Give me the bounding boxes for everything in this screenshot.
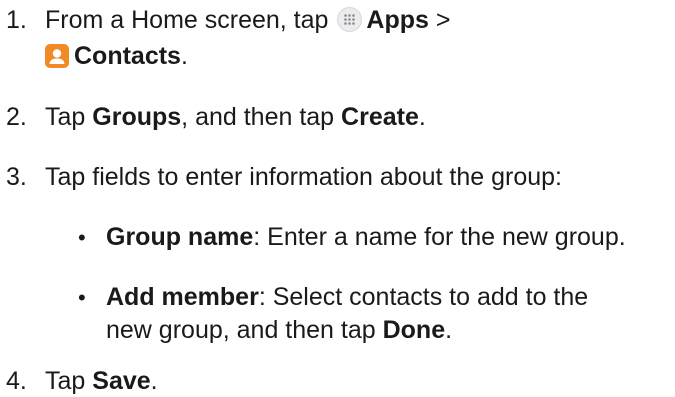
step-4: 4. Tap Save.	[6, 365, 675, 397]
step-1-continuation: Contacts.	[45, 40, 188, 72]
done-label: Done	[382, 316, 446, 344]
group-name-label: Group name	[106, 223, 254, 251]
step-2: 2. Tap Groups, and then tap Create.	[6, 101, 675, 133]
separator: >	[428, 6, 451, 34]
bullet-text: new group, and then tap	[106, 316, 383, 344]
step-text: Tap	[45, 367, 93, 395]
create-label: Create	[341, 103, 419, 131]
apps-grid-icon	[337, 7, 363, 32]
step-text: Tap	[45, 103, 93, 131]
contacts-label: Contacts	[74, 42, 181, 70]
step-1: 1. From a Home screen, tap Apps >	[6, 4, 675, 36]
add-member-label: Add member	[106, 283, 259, 311]
bullet-text: : Enter a name for the new group.	[253, 223, 626, 251]
step-text: , and then tap	[181, 103, 342, 131]
step-3: 3. Tap fields to enter information about …	[6, 161, 675, 193]
bullet-dot: •	[78, 285, 86, 310]
step-text: Tap fields to enter information about th…	[45, 163, 562, 191]
step-end: .	[150, 367, 158, 395]
bullet-end: .	[445, 316, 453, 344]
step-end: .	[418, 103, 426, 131]
save-label: Save	[92, 367, 151, 395]
step-number: 2.	[6, 103, 27, 131]
step-number: 4.	[6, 367, 27, 395]
apps-label: Apps	[366, 6, 429, 34]
groups-label: Groups	[92, 103, 182, 131]
bullet-dot: •	[78, 225, 86, 250]
bullet-group-name: • Group name: Enter a name for the new gr…	[78, 221, 675, 254]
step-text: From a Home screen, tap	[45, 6, 336, 34]
instruction-document: 1. From a Home screen, tap Apps > Contact…	[0, 0, 675, 395]
bullet-text: : Select contacts to add to the	[258, 283, 589, 311]
bullet-add-member: • Add member: Select contacts to add to t…	[78, 281, 675, 314]
step-number: 1.	[6, 6, 27, 34]
step-end: .	[180, 42, 188, 70]
step-number: 3.	[6, 163, 27, 191]
bullet-add-member-continuation: new group, and then tap Done.	[106, 314, 452, 346]
contacts-person-icon	[45, 44, 69, 68]
